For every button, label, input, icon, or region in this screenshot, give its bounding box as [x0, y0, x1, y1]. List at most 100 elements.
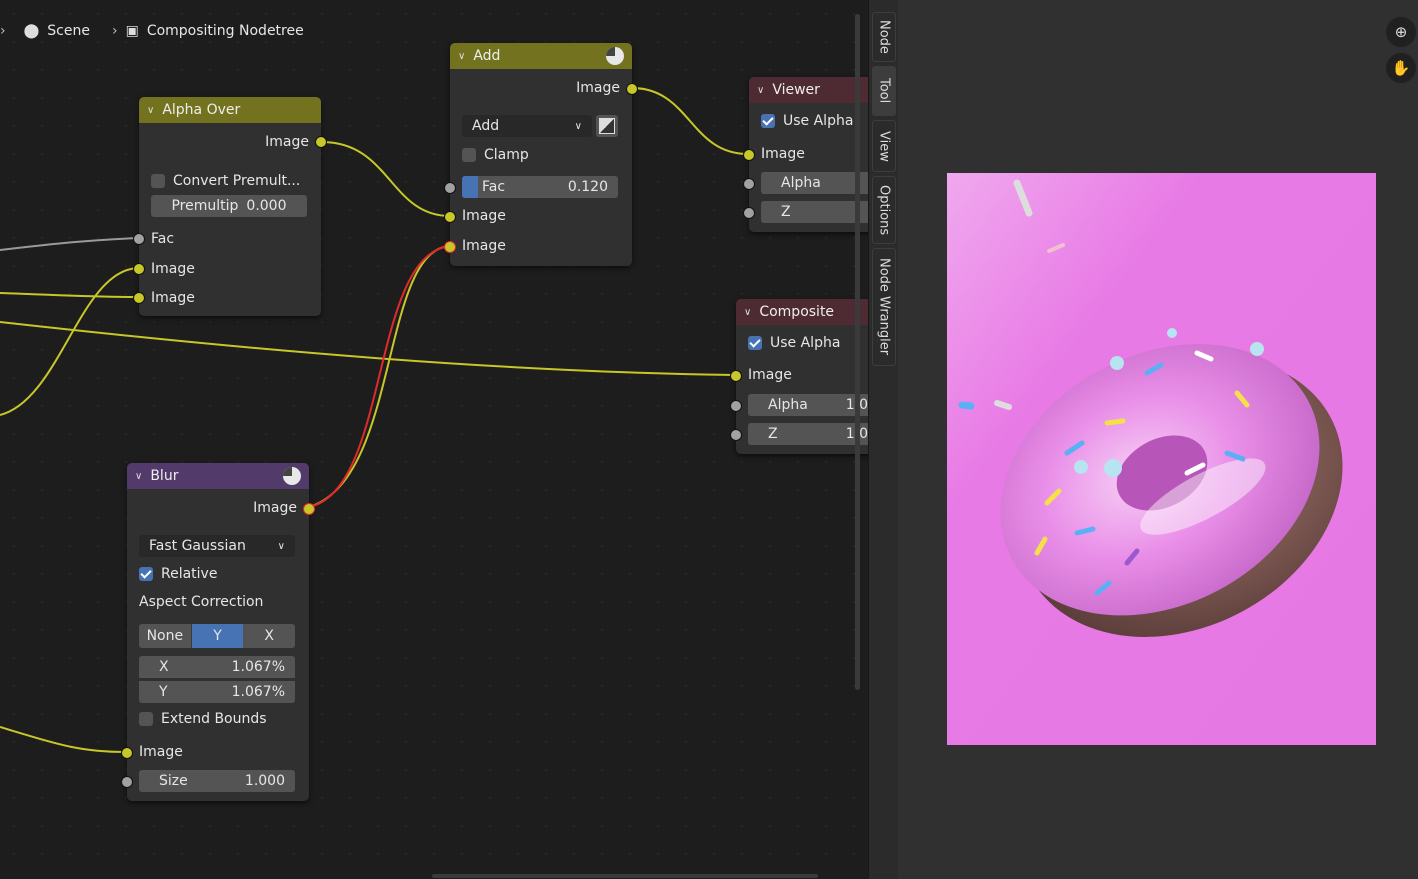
field-label: Z [781, 204, 791, 220]
chevron-down-icon: ∨ [574, 120, 582, 132]
tab-node-wrangler[interactable]: Node Wrangler [872, 248, 896, 366]
fac-slider[interactable]: Fac 0.120 [462, 176, 618, 198]
filter-type-select[interactable]: Fast Gaussian ∨ [139, 535, 295, 557]
alpha-field[interactable]: Alpha [761, 172, 868, 194]
field-value: 0.000 [246, 198, 287, 214]
aspect-x-button[interactable]: X [243, 624, 295, 648]
add-node[interactable]: ∨ Add Image Add ∨ Clamp Fac 0.120 Image Im… [444, 43, 638, 266]
image-viewer[interactable]: ⊕ ✋ [898, 0, 1418, 879]
node-header[interactable]: ∨ Alpha Over [139, 97, 321, 123]
socket-label: Image [151, 261, 195, 277]
image-socket[interactable] [743, 149, 755, 161]
node-header[interactable]: ∨ Add [450, 43, 632, 69]
image1-row: Image [139, 258, 321, 280]
node-header[interactable]: ∨ Composite [736, 299, 868, 325]
viewer-node[interactable]: ∨ Viewer Use Alpha Image Alpha Z [743, 77, 868, 232]
extend-bounds-checkbox[interactable] [139, 712, 153, 726]
use-alpha-row[interactable]: Use Alpha [749, 110, 868, 132]
z-field[interactable]: Z1.0 [748, 423, 868, 445]
z-socket[interactable] [730, 429, 742, 441]
checkbox-label: Convert Premult... [173, 173, 301, 189]
clamp-checkbox[interactable] [462, 148, 476, 162]
use-alpha-checkbox[interactable] [761, 114, 775, 128]
breadcrumb-scene[interactable]: Scene [47, 23, 90, 39]
vertical-scrollbar[interactable] [855, 14, 860, 690]
node-editor[interactable]: › ⬤ Scene › ▣ Compositing Nodetree ∨ Alp… [0, 0, 868, 879]
convert-premult-checkbox[interactable] [151, 174, 165, 188]
chevron-down-icon[interactable]: ∨ [147, 105, 154, 116]
alpha-field[interactable]: Alpha1.0 [748, 394, 868, 416]
size-socket[interactable] [121, 776, 133, 788]
image1-socket[interactable] [133, 263, 145, 275]
output-image-row: Image [450, 77, 632, 99]
aspect-y-button[interactable]: Y [191, 624, 244, 648]
fac-row: Fac [139, 228, 321, 250]
node-header[interactable]: ∨ Viewer [749, 77, 868, 103]
alpha-socket[interactable] [743, 178, 755, 190]
zoom-icon[interactable]: ⊕ [1386, 17, 1416, 47]
field-label: Y [159, 684, 168, 700]
blur-node[interactable]: ∨ Blur Image Fast Gaussian ∨ Relative Asp… [121, 463, 315, 801]
alpha-socket[interactable] [730, 400, 742, 412]
pan-hand-icon[interactable]: ✋ [1386, 53, 1416, 83]
horizontal-scrollbar[interactable] [432, 874, 818, 878]
extend-bounds-row[interactable]: Extend Bounds [127, 708, 309, 730]
output-socket[interactable] [303, 503, 315, 515]
use-alpha-image-icon[interactable] [596, 115, 618, 137]
premultiply-field[interactable]: Premultip 0.000 [151, 195, 307, 217]
scene-icon: ⬤ [23, 23, 40, 39]
chevron-down-icon[interactable]: ∨ [458, 51, 465, 62]
aspect-none-button[interactable]: None [139, 624, 192, 648]
tab-view[interactable]: View [872, 120, 896, 172]
clamp-row[interactable]: Clamp [450, 144, 632, 166]
rendered-donut-image [947, 173, 1376, 745]
node-title: Composite [759, 304, 835, 320]
z-field[interactable]: Z [761, 201, 868, 223]
wire-left-blur [0, 726, 127, 753]
use-alpha-checkbox[interactable] [748, 336, 762, 350]
preview-toggle-icon[interactable] [606, 47, 624, 65]
wire-add-viewer [631, 87, 749, 155]
image-socket[interactable] [730, 370, 742, 382]
chevron-down-icon[interactable]: ∨ [135, 471, 142, 482]
chevron-down-icon[interactable]: ∨ [757, 85, 764, 96]
blend-mode-select[interactable]: Add ∨ [462, 115, 592, 137]
node-header[interactable]: ∨ Blur [127, 463, 309, 489]
size-field[interactable]: Size 1.000 [139, 770, 295, 792]
sidebar-tabs: Node Tool View Options Node Wrangler › [868, 0, 907, 879]
breadcrumb-nodetree[interactable]: Compositing Nodetree [147, 23, 304, 39]
alpha-over-node[interactable]: ∨ Alpha Over Image Convert Premult... Pr… [133, 97, 327, 316]
convert-premult-row[interactable]: Convert Premult... [139, 170, 321, 192]
socket-label: Image [151, 290, 195, 306]
preview-toggle-icon[interactable] [283, 467, 301, 485]
tab-node[interactable]: Node [872, 12, 896, 62]
image2-socket[interactable] [444, 241, 456, 253]
z-socket[interactable] [743, 207, 755, 219]
output-image-row: Image [139, 131, 321, 153]
use-alpha-row[interactable]: Use Alpha [736, 332, 868, 354]
checkbox-label: Relative [161, 566, 218, 582]
field-label: Fac [482, 179, 506, 195]
fac-socket[interactable] [133, 233, 145, 245]
field-label: Z [768, 426, 778, 442]
relative-row[interactable]: Relative [127, 563, 309, 585]
checkbox-label: Use Alpha [783, 113, 854, 129]
node-title: Viewer [772, 82, 820, 98]
size-x-field[interactable]: X 1.067% [139, 656, 295, 678]
fac-socket[interactable] [444, 182, 456, 194]
image2-socket[interactable] [133, 292, 145, 304]
chevron-right-icon: › [111, 23, 118, 39]
wire-alphaover-add [321, 141, 451, 217]
relative-checkbox[interactable] [139, 567, 153, 581]
output-socket[interactable] [315, 136, 327, 148]
tab-options[interactable]: Options [872, 176, 896, 244]
image-row: Image [749, 143, 868, 165]
input-image-socket[interactable] [121, 747, 133, 759]
output-socket[interactable] [626, 83, 638, 95]
tab-tool[interactable]: Tool [872, 66, 896, 116]
composite-node[interactable]: ∨ Composite Use Alpha Image Alpha1.0 Z1.… [730, 299, 868, 454]
chevron-right-icon[interactable]: › [0, 23, 6, 39]
chevron-down-icon[interactable]: ∨ [744, 307, 751, 318]
image1-socket[interactable] [444, 211, 456, 223]
size-y-field[interactable]: Y 1.067% [139, 681, 295, 703]
